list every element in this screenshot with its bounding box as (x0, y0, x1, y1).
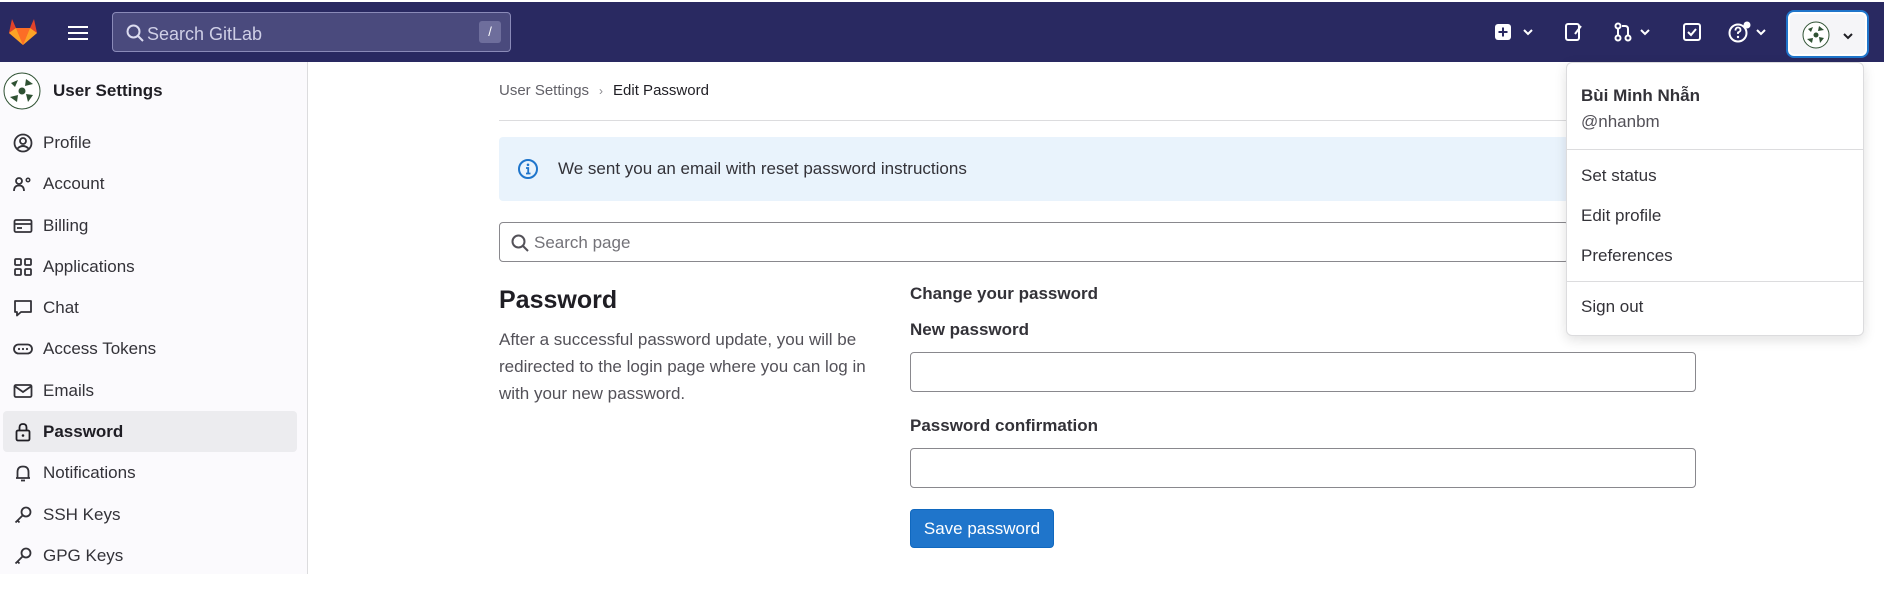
search-shortcut-badge: / (479, 21, 501, 43)
user-display-name[interactable]: Bùi Minh Nhẫn (1581, 86, 1700, 106)
billing-icon (13, 218, 33, 233)
dropdown-divider (1567, 281, 1863, 282)
sidebar-title: User Settings (53, 81, 163, 100)
sidebar-item-profile[interactable]: Profile (3, 122, 297, 163)
search-page-input[interactable]: Search page (499, 222, 1569, 262)
password-confirmation-label: Password confirmation (910, 416, 1098, 435)
info-alert: We sent you an email with reset password… (499, 137, 1569, 201)
set-status-item[interactable]: Set status (1581, 166, 1657, 186)
alert-text: We sent you an email with reset password… (558, 159, 967, 178)
form-heading: Change your password (910, 284, 1098, 303)
sidebar-item-label: Chat (43, 298, 79, 318)
sidebar-item-label: Account (43, 174, 105, 194)
gitlab-logo-icon[interactable] (6, 14, 40, 48)
password-confirmation-field[interactable] (910, 448, 1696, 488)
global-search-input[interactable]: Search GitLab / (112, 12, 511, 52)
new-password-label: New password (910, 320, 1030, 339)
breadcrumb: User Settings › Edit Password (499, 82, 709, 99)
info-icon (518, 159, 538, 179)
breadcrumb-current[interactable]: Edit Password (613, 82, 709, 99)
sidebar-item-billing[interactable]: Billing (3, 205, 297, 246)
sidebar-item-label: Applications (43, 256, 135, 276)
sidebar-item-gpg-keys[interactable]: GPG Keys (3, 535, 297, 576)
edit-profile-item[interactable]: Edit profile (1581, 206, 1661, 226)
help-icon (1728, 21, 1751, 43)
mail-icon (13, 383, 33, 398)
sidebar-header[interactable]: User Settings (3, 71, 163, 111)
new-item-dropdown-button[interactable] (1494, 18, 1536, 46)
token-icon (13, 344, 33, 355)
sidebar-item-label: Access Tokens (43, 339, 157, 359)
section-description: After a successful password update, you … (499, 330, 866, 403)
divider (499, 120, 1569, 121)
sidebar-item-label: SSH Keys (43, 504, 121, 524)
key-icon (14, 547, 32, 565)
sidebar-item-chat[interactable]: Chat (3, 287, 297, 328)
sidebar-item-notifications[interactable]: Notifications (3, 452, 297, 493)
hamburger-menu-icon[interactable] (66, 21, 90, 45)
sidebar-item-label: Billing (43, 215, 89, 235)
sidebar-item-access-tokens[interactable]: Access Tokens (3, 328, 297, 369)
sign-out-item[interactable]: Sign out (1581, 297, 1643, 317)
dropdown-divider (1567, 149, 1863, 150)
chevron-down-icon (1523, 29, 1533, 36)
user-menu-button[interactable] (1788, 12, 1867, 56)
todo-check-icon (1683, 23, 1701, 41)
sidebar-item-account[interactable]: Account (3, 163, 297, 204)
plus-square-icon (1495, 24, 1511, 40)
save-password-button[interactable]: Save password (910, 509, 1054, 548)
sidebar-item-label: Notifications (43, 463, 136, 483)
sidebar-item-label: Profile (43, 133, 92, 152)
new-password-field[interactable] (910, 352, 1696, 392)
help-dropdown-button[interactable] (1728, 18, 1769, 46)
search-placeholder: Search GitLab (147, 24, 263, 44)
todos-button[interactable] (1682, 18, 1702, 46)
issues-button[interactable] (1564, 18, 1584, 46)
user-avatar-icon (3, 72, 41, 110)
sidebar-item-emails[interactable]: Emails (3, 370, 297, 411)
applications-icon (14, 257, 32, 276)
sidebar-nav: Profile Account Billing Applications Cha… (0, 122, 308, 576)
sidebar-item-ssh-keys[interactable]: SSH Keys (3, 494, 297, 535)
top-navbar: Search GitLab / (0, 0, 1884, 62)
profile-icon (13, 133, 33, 153)
sidebar-item-label: GPG Keys (43, 545, 124, 565)
chevron-down-icon (1640, 29, 1650, 36)
search-page-placeholder: Search page (534, 233, 631, 252)
breadcrumb-parent-link[interactable]: User Settings (499, 82, 589, 99)
account-icon (13, 177, 31, 192)
sidebar-item-password[interactable]: Password (3, 411, 297, 453)
search-icon (511, 234, 529, 252)
chevron-down-icon (1756, 29, 1766, 36)
settings-sidebar: User Settings Profile Account Billing Ap… (0, 62, 308, 574)
section-title: Password (499, 286, 618, 314)
user-menu-dropdown: Bùi Minh Nhẫn @nhanbm Set status Edit pr… (1566, 62, 1864, 336)
sidebar-item-applications[interactable]: Applications (3, 246, 297, 287)
chevron-down-icon (1843, 33, 1853, 40)
sidebar-item-label: Password (43, 422, 124, 442)
chat-icon (14, 300, 32, 317)
breadcrumb-separator: › (599, 83, 604, 98)
sidebar-item-label: Emails (43, 380, 95, 400)
user-username[interactable]: @nhanbm (1581, 112, 1660, 132)
merge-request-icon (1614, 22, 1632, 42)
user-avatar-icon (1802, 21, 1830, 49)
bell-icon (16, 465, 30, 482)
preferences-item[interactable]: Preferences (1581, 246, 1673, 266)
merge-requests-dropdown-button[interactable] (1613, 18, 1653, 46)
search-icon (126, 24, 144, 42)
lock-icon (15, 423, 31, 442)
key-icon (14, 506, 32, 523)
issues-icon (1565, 23, 1582, 41)
